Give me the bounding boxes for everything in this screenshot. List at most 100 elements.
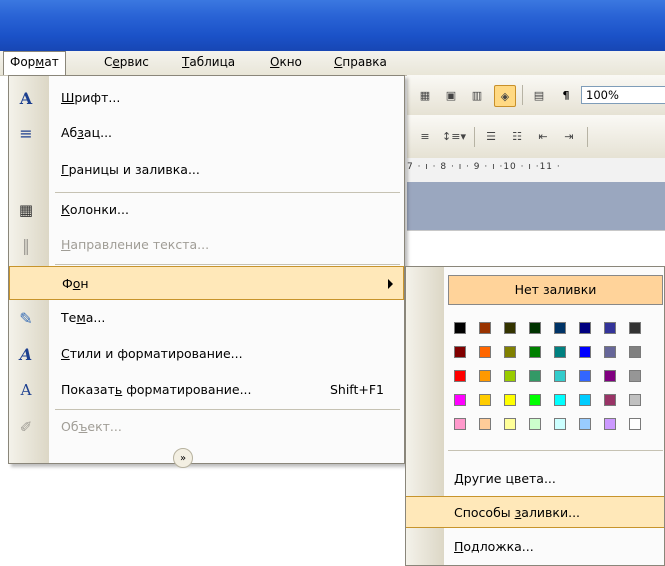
menu-table[interactable]: Таблица — [176, 51, 241, 74]
reveal-formatting-icon: A — [20, 381, 32, 399]
menu-item-label: Абзац... — [61, 125, 113, 140]
color-swatch[interactable] — [554, 322, 566, 334]
color-swatch[interactable] — [629, 394, 641, 406]
color-swatch[interactable] — [479, 370, 491, 382]
menu-item-label: Колонки... — [61, 202, 129, 217]
color-swatch[interactable] — [454, 394, 466, 406]
color-swatch[interactable] — [454, 346, 466, 358]
color-swatch[interactable] — [529, 370, 541, 382]
color-swatch[interactable] — [604, 322, 616, 334]
color-swatch[interactable] — [554, 418, 566, 430]
color-swatch[interactable] — [479, 394, 491, 406]
standard-toolbar: ▦ ▣ ▥ ◈ ▤ ¶ 100% — [407, 75, 665, 116]
columns-icon: ▦ — [18, 201, 34, 219]
table-grid-icon[interactable]: ▦ — [416, 86, 434, 104]
submenu-item-label: Способы заливки... — [454, 505, 581, 520]
menu-item-paragraph[interactable]: ≡ Абзац... — [9, 116, 404, 150]
menu-item-theme[interactable]: ✎ Тема... — [9, 301, 404, 335]
insert-excel-icon[interactable]: ▣ — [442, 86, 460, 104]
document-map-icon[interactable]: ▤ — [530, 86, 548, 104]
menu-item-label: Шрифт... — [61, 90, 121, 105]
menu-item-label: Границы и заливка... — [61, 162, 200, 177]
line-spacing-icon[interactable]: ↕≡▾ — [440, 127, 468, 145]
menu-item-styles-formatting[interactable]: A Стили и форматирование... — [9, 337, 404, 371]
color-swatch[interactable] — [554, 370, 566, 382]
format-menu: A Шрифт... ≡ Абзац... Границы и заливка.… — [8, 75, 405, 468]
color-swatch[interactable] — [454, 418, 466, 430]
color-swatch[interactable] — [454, 370, 466, 382]
increase-indent-icon[interactable]: ⇥ — [560, 127, 578, 145]
no-fill-button[interactable]: Нет заливки — [448, 275, 663, 305]
color-swatch[interactable] — [579, 346, 591, 358]
color-swatch[interactable] — [479, 418, 491, 430]
color-swatch[interactable] — [454, 322, 466, 334]
color-swatch[interactable] — [504, 346, 516, 358]
numbering-icon[interactable]: ☰ — [482, 127, 500, 145]
color-swatch[interactable] — [554, 394, 566, 406]
color-swatch[interactable] — [504, 418, 516, 430]
color-swatch[interactable] — [579, 322, 591, 334]
color-swatch[interactable] — [479, 322, 491, 334]
color-swatch[interactable] — [604, 370, 616, 382]
menu-item-label: Объект... — [61, 419, 122, 434]
color-swatch[interactable] — [604, 394, 616, 406]
window-title-bar — [0, 0, 665, 51]
ruler-band — [407, 182, 665, 198]
watermark-item[interactable]: Подложка... — [406, 531, 664, 563]
menu-item-label: Направление текста... — [61, 237, 210, 252]
menu-item-shortcut: Shift+F1 — [329, 382, 384, 397]
theme-icon: ✎ — [19, 308, 33, 328]
color-swatch[interactable] — [504, 322, 516, 334]
justify-icon[interactable]: ≡ — [416, 127, 434, 145]
color-swatch[interactable] — [579, 370, 591, 382]
font-icon: A — [19, 88, 33, 108]
color-swatch[interactable] — [604, 346, 616, 358]
menu-item-label: Показать форматирование... — [61, 382, 252, 397]
color-swatch[interactable] — [529, 346, 541, 358]
menu-item-reveal-formatting[interactable]: A Показать форматирование... Shift+F1 — [9, 373, 404, 407]
color-swatch[interactable] — [579, 394, 591, 406]
color-swatch[interactable] — [504, 370, 516, 382]
menu-format[interactable]: Формат — [3, 51, 66, 75]
submenu-separator — [448, 450, 663, 451]
menu-separator — [55, 264, 400, 265]
text-direction-icon: ‖ — [22, 235, 30, 255]
more-colors-item[interactable]: Другие цвета... — [406, 463, 664, 495]
bullets-icon[interactable]: ☷ — [508, 127, 526, 145]
object-icon: ✐ — [19, 418, 33, 436]
color-swatch[interactable] — [529, 418, 541, 430]
menu-bar: Формат Сервис Таблица Окно Справка — [0, 51, 665, 76]
menu-help[interactable]: Справка — [328, 51, 393, 74]
expand-menu-chevron-icon[interactable]: » — [173, 448, 193, 468]
menu-item-background[interactable]: Фон — [9, 266, 404, 300]
pilcrow-icon[interactable]: ¶ — [557, 86, 575, 104]
color-swatch[interactable] — [629, 322, 641, 334]
color-swatch[interactable] — [629, 418, 641, 430]
menu-item-font[interactable]: A Шрифт... — [9, 81, 404, 115]
horizontal-ruler[interactable]: 7 · ı · 8 · ı · 9 · ı ·10 · ı ·11 · — [407, 158, 665, 199]
color-swatch[interactable] — [554, 346, 566, 358]
zoom-field[interactable]: 100% — [581, 86, 665, 104]
color-swatch[interactable] — [504, 394, 516, 406]
color-swatch[interactable] — [529, 322, 541, 334]
menu-item-columns[interactable]: ▦ Колонки... — [9, 193, 404, 227]
color-swatch[interactable] — [629, 346, 641, 358]
menu-service[interactable]: Сервис — [98, 51, 155, 74]
menu-item-object: ✐ Объект... — [9, 410, 404, 444]
document-margin-band — [407, 198, 665, 230]
menu-item-borders-shading[interactable]: Границы и заливка... — [9, 153, 404, 187]
columns-toolbar-icon[interactable]: ▥ — [468, 86, 486, 104]
menu-item-label: Фон — [62, 276, 89, 291]
decrease-indent-icon[interactable]: ⇤ — [534, 127, 552, 145]
submenu-arrow-icon — [388, 279, 393, 289]
menu-window[interactable]: Окно — [264, 51, 308, 74]
color-swatch[interactable] — [479, 346, 491, 358]
styles-icon: A — [19, 344, 33, 364]
color-swatch[interactable] — [604, 418, 616, 430]
fill-effects-item[interactable]: Способы заливки... — [406, 496, 664, 528]
color-swatch[interactable] — [629, 370, 641, 382]
color-swatch[interactable] — [529, 394, 541, 406]
paragraph-icon: ≡ — [19, 123, 33, 143]
drawing-icon[interactable]: ◈ — [494, 85, 516, 107]
color-swatch[interactable] — [579, 418, 591, 430]
